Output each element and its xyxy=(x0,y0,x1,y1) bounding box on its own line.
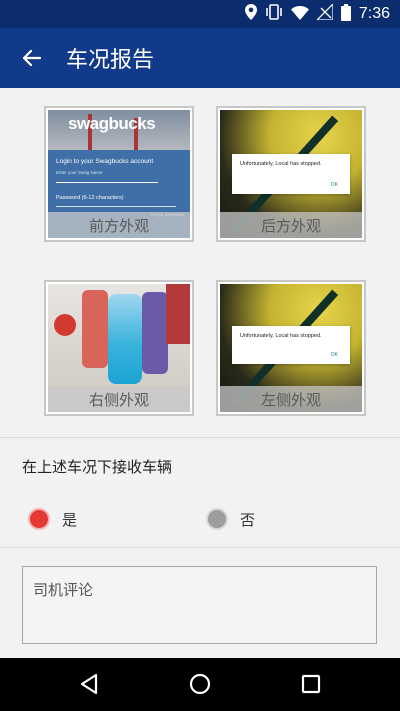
photo-label-left: 左侧外观 xyxy=(220,386,362,412)
radio-no-unselected-icon[interactable] xyxy=(206,508,228,530)
photo-rear[interactable]: Unfortunately, Local has stopped. OK 后方外… xyxy=(216,106,366,242)
photo-label-right: 右侧外观 xyxy=(48,386,190,412)
home-circle-icon[interactable] xyxy=(187,671,213,697)
comment-placeholder: 司机评论 xyxy=(33,581,94,599)
vibrate-icon xyxy=(265,4,283,24)
driver-comment-field[interactable]: 司机评论 xyxy=(22,566,377,644)
divider xyxy=(0,547,400,548)
dialog-ok-button[interactable]: OK xyxy=(331,352,338,358)
page-title: 车况报告 xyxy=(66,48,155,73)
error-dialog: Unfortunately, Local has stopped. OK xyxy=(232,326,350,364)
status-time: 7:36 xyxy=(358,5,390,22)
radio-yes[interactable]: 是 xyxy=(28,508,77,530)
photo-right[interactable]: 右侧外观 xyxy=(44,280,194,416)
app-bar: 车况报告 xyxy=(0,28,400,88)
acceptance-question: 在上述车况下接收车辆 xyxy=(22,458,173,476)
location-icon xyxy=(244,4,257,24)
dialog-ok-button[interactable]: OK xyxy=(331,182,338,188)
photo-label-front: 前方外观 xyxy=(48,212,190,238)
system-nav-bar xyxy=(0,658,400,711)
dialog-message: Unfortunately, Local has stopped. xyxy=(240,161,322,167)
radio-yes-label: 是 xyxy=(62,510,78,529)
divider xyxy=(0,437,400,438)
no-signal-icon xyxy=(315,2,334,24)
wifi-icon xyxy=(290,5,309,24)
back-triangle-icon[interactable] xyxy=(76,671,102,697)
error-dialog: Unfortunately, Local has stopped. OK xyxy=(232,154,350,194)
swagbucks-logo: swagbucks xyxy=(68,114,156,133)
dialog-message: Unfortunately, Local has stopped. xyxy=(240,333,322,339)
recents-square-icon[interactable] xyxy=(298,671,324,697)
photo-left[interactable]: Unfortunately, Local has stopped. OK 左侧外… xyxy=(216,280,366,416)
password-placeholder: Password (6-12 characters) xyxy=(56,195,124,201)
radio-no-label: 否 xyxy=(240,510,256,529)
battery-icon xyxy=(340,3,351,25)
login-heading: Login to your Swagbucks account xyxy=(56,158,154,165)
water-bottle-image xyxy=(108,294,142,384)
photo-front[interactable]: swagbucks Login to your Swagbucks accoun… xyxy=(44,106,194,242)
toy-figure-image xyxy=(54,314,76,336)
email-placeholder: Enter your Swag Name xyxy=(56,170,103,175)
status-bar: 7:36 xyxy=(0,0,400,28)
photo-label-rear: 后方外观 xyxy=(220,212,362,238)
radio-yes-selected-icon[interactable] xyxy=(28,508,50,530)
arrow-left-icon[interactable] xyxy=(18,44,46,72)
radio-no[interactable]: 否 xyxy=(206,508,255,530)
